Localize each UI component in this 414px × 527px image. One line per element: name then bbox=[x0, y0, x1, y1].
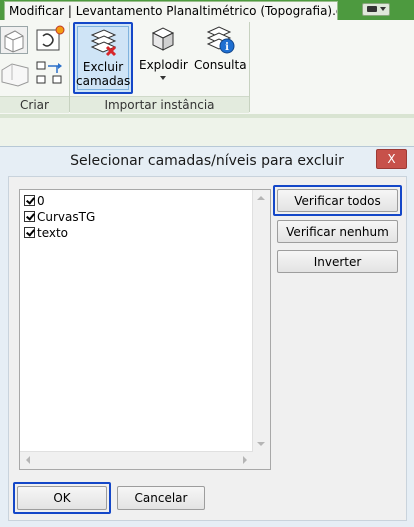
invert-button[interactable]: Inverter bbox=[277, 250, 398, 273]
dialog-body: 0 CurvasTG texto Verificar todos Verific… bbox=[8, 176, 407, 521]
list-item[interactable]: 0 bbox=[24, 193, 45, 209]
layer-checkbox[interactable] bbox=[24, 227, 35, 238]
query-label: Consulta bbox=[194, 58, 247, 72]
check-none-button[interactable]: Verificar nenhum bbox=[277, 220, 398, 243]
scrollbar-corner bbox=[253, 452, 270, 469]
ok-button[interactable]: OK bbox=[17, 486, 107, 510]
scroll-left-icon[interactable] bbox=[26, 456, 30, 464]
delete-layers-icon bbox=[90, 29, 117, 57]
query-button[interactable]: i Consulta bbox=[194, 24, 247, 92]
create-void-tool[interactable] bbox=[0, 60, 30, 88]
tab-modificar[interactable]: Modificar | Levantamento Planaltimétrico… bbox=[4, 1, 338, 20]
chevron-down-icon bbox=[160, 76, 166, 80]
panel-separator bbox=[249, 22, 250, 112]
panel-label-importar: Importar instância bbox=[70, 96, 249, 113]
layer-name: texto bbox=[37, 226, 69, 240]
create-solid-tool[interactable] bbox=[0, 26, 28, 54]
scroll-up-icon[interactable] bbox=[257, 196, 265, 200]
scroll-down-icon[interactable] bbox=[257, 442, 265, 446]
svg-text:i: i bbox=[225, 42, 229, 53]
array-tool[interactable] bbox=[34, 58, 66, 88]
layers-list[interactable]: 0 CurvasTG texto bbox=[19, 189, 271, 470]
ribbon-menu-icon bbox=[367, 6, 377, 12]
explode-button[interactable]: Explodir bbox=[139, 24, 188, 92]
ribbon-options-button[interactable] bbox=[362, 3, 390, 16]
solid-form-icon bbox=[4, 30, 24, 53]
family-load-icon bbox=[36, 25, 65, 51]
panel-label-criar: Criar bbox=[0, 96, 69, 113]
delete-layers-dialog: Selecionar camadas/níveis para excluir X… bbox=[0, 146, 414, 527]
vertical-scrollbar[interactable] bbox=[252, 190, 270, 452]
layer-name: CurvasTG bbox=[37, 210, 96, 224]
delete-layers-label: Excluir camadas bbox=[76, 60, 131, 88]
check-all-button[interactable]: Verificar todos bbox=[277, 189, 398, 212]
workspace-strip bbox=[0, 118, 414, 146]
cancel-button[interactable]: Cancelar bbox=[117, 486, 205, 510]
layer-name: 0 bbox=[37, 194, 45, 208]
layer-checkbox[interactable] bbox=[24, 211, 35, 222]
horizontal-scrollbar[interactable] bbox=[20, 451, 253, 469]
close-button[interactable]: X bbox=[376, 149, 407, 169]
ribbon: Modificar | Levantamento Planaltimétrico… bbox=[0, 0, 414, 118]
load-family-tool[interactable] bbox=[34, 24, 66, 54]
explode-label: Explodir bbox=[139, 58, 188, 72]
layer-checkbox[interactable] bbox=[24, 195, 35, 206]
explode-icon bbox=[151, 27, 175, 51]
scroll-right-icon[interactable] bbox=[243, 456, 247, 464]
list-item[interactable]: CurvasTG bbox=[24, 209, 95, 225]
array-icon bbox=[36, 61, 62, 84]
query-icon: i bbox=[206, 26, 235, 54]
dialog-title: Selecionar camadas/níveis para excluir bbox=[70, 153, 344, 169]
delete-layers-button[interactable]: Excluir camadas bbox=[73, 22, 133, 94]
chevron-down-icon bbox=[380, 7, 386, 11]
void-form-icon bbox=[1, 63, 29, 87]
ribbon-tab-bar: Modificar | Levantamento Planaltimétrico… bbox=[0, 0, 414, 20]
list-item[interactable]: texto bbox=[24, 225, 68, 241]
